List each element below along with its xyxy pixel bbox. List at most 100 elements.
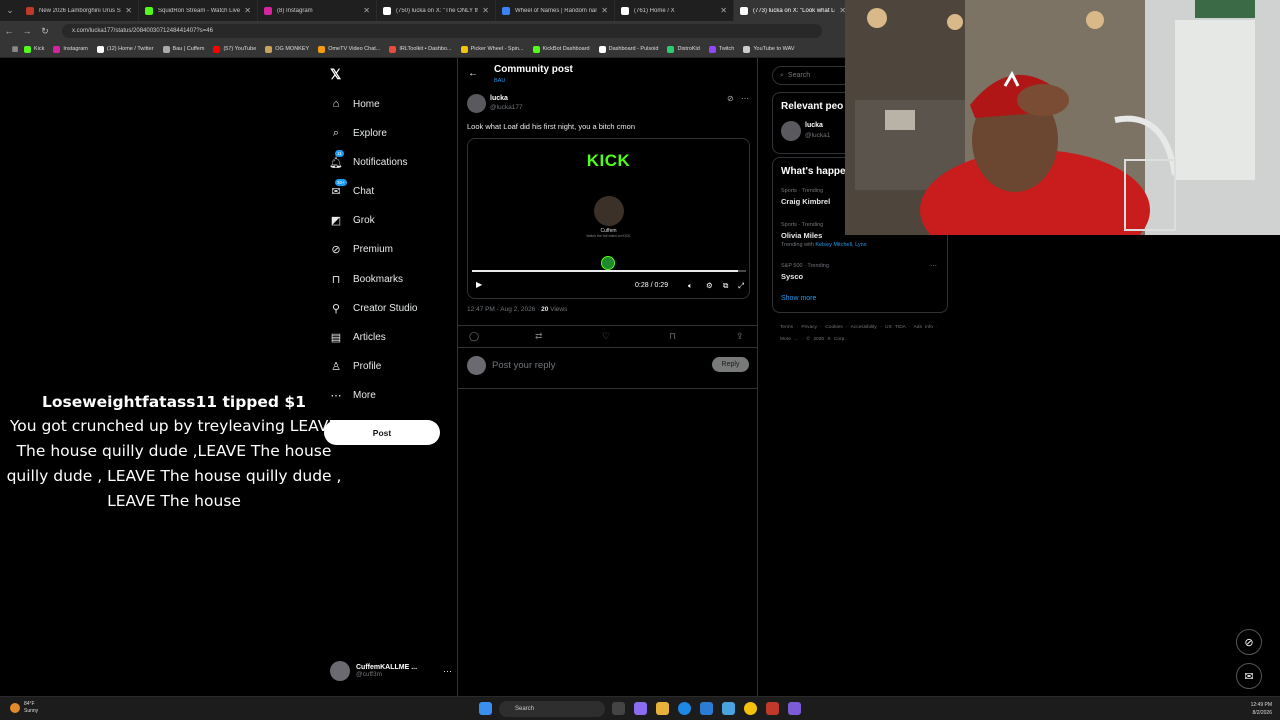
person-name[interactable]: lucka — [805, 122, 823, 129]
close-icon[interactable]: ✕ — [482, 6, 489, 15]
system-clock[interactable]: 12:49 PM 8/2/2026 — [1236, 701, 1272, 717]
edge-icon[interactable] — [678, 702, 691, 715]
video-player[interactable]: KICK Cuffem Watch the full video on KICK… — [467, 138, 750, 299]
card-title: What's happe — [781, 166, 846, 177]
scrub-handle-icon[interactable] — [600, 256, 615, 270]
bookmark-favicon-icon — [162, 45, 170, 53]
sidebar-item-chat[interactable]: ✉ 20+ Chat — [330, 179, 374, 200]
browser-tab[interactable]: New 2026 Lamborghini Urus S ✕ — [20, 0, 139, 21]
avatar — [330, 661, 350, 681]
fullscreen-icon[interactable]: ⤢ — [738, 281, 744, 291]
sidebar-item-notifications[interactable]: 🔔︎ 11 Notifications — [329, 150, 407, 171]
browser-tab[interactable]: SquidRon Stream - Watch Live ✕ — [139, 0, 258, 21]
back-arrow-icon[interactable]: ← — [468, 68, 478, 79]
repost-icon[interactable]: ⇄ — [535, 331, 543, 342]
trend-name: Sysco — [781, 272, 804, 281]
bookmark-item[interactable]: Picker Wheel - Spin... — [460, 45, 524, 53]
tab-title: Wheel of Names | Random nam — [515, 7, 598, 14]
close-icon[interactable]: ✕ — [125, 6, 132, 15]
sidebar-item-articles[interactable]: ▤ Articles — [330, 328, 386, 346]
bookmark-item[interactable]: OG MONKEY — [265, 45, 309, 53]
bookmark-item[interactable]: IRLToolkit • Dashbo... — [389, 45, 452, 53]
bookmark-item[interactable]: Instagram — [53, 45, 88, 53]
taskbar-search[interactable]: Search — [499, 701, 605, 717]
browser-tab[interactable]: (750) lucka on X: "The ONLY th ✕ — [377, 0, 496, 21]
browser-tab[interactable]: Wheel of Names | Random nam ✕ — [496, 0, 615, 21]
close-icon[interactable]: ✕ — [720, 6, 727, 15]
creator-studio-icon: ⚲ — [331, 302, 341, 315]
settings-icon[interactable]: ⚙ — [706, 281, 713, 290]
forward-arrow-icon[interactable]: → — [18, 26, 36, 36]
store-icon[interactable] — [700, 702, 713, 715]
browser-tab[interactable]: (773) lucka on X: "Look what Lo ✕ — [734, 0, 853, 21]
browser-tab[interactable]: (761) Home / X ✕ — [615, 0, 734, 21]
bookmark-item[interactable]: YouTube to WAV — [743, 45, 795, 53]
share-icon[interactable]: ⇪ — [736, 331, 744, 342]
sidebar-item-explore[interactable]: ⌕ Explore — [330, 124, 387, 142]
bookmark-label: (57) YouTube — [223, 46, 257, 52]
footer-links[interactable]: Terms · Privacy · Cookies · Accessibilit… — [780, 322, 948, 346]
sidebar-item-home[interactable]: ⌂ Home — [330, 95, 380, 113]
sidebar-item-grok[interactable]: ◩ Grok — [330, 211, 375, 229]
more-dots-icon[interactable]: ⋯ — [443, 666, 452, 677]
bookmark-item[interactable]: DistroKid — [667, 45, 700, 53]
bookmark-item[interactable]: OmeTV Video Chat... — [318, 45, 380, 53]
more-dots-icon[interactable]: ⋯ — [930, 262, 937, 270]
more-dots-icon[interactable]: ⋯ — [741, 94, 749, 103]
account-handle: @cuff3m — [356, 671, 382, 678]
sidebar-item-bookmarks[interactable]: ⊓ Bookmarks — [330, 270, 403, 288]
obs-icon[interactable] — [766, 702, 779, 715]
discord-icon[interactable] — [788, 702, 801, 715]
bookmark-icon[interactable]: ⊓ — [669, 331, 676, 342]
bookmark-item[interactable]: Dashboard - Pulsoid — [598, 45, 658, 53]
close-icon[interactable]: ✕ — [363, 6, 370, 15]
community-link[interactable]: BAU — [494, 78, 505, 84]
author-handle[interactable]: @lucka177 — [490, 104, 523, 111]
avatar[interactable] — [781, 121, 801, 141]
bookmark-item[interactable]: Twitch — [708, 45, 734, 53]
sidebar-item-premium[interactable]: ⊘ Premium — [330, 240, 393, 258]
tab-search-icon[interactable]: ⌄ — [0, 0, 20, 21]
close-icon[interactable]: ✕ — [601, 6, 608, 15]
apps-grid-icon[interactable]: ▦ — [6, 45, 24, 53]
file-explorer-icon[interactable] — [656, 702, 669, 715]
chrome-icon[interactable] — [744, 702, 757, 715]
windows-start-icon[interactable] — [479, 702, 492, 715]
bookmark-label: Instagram — [63, 46, 88, 52]
show-more-link[interactable]: Show more — [781, 295, 816, 302]
close-icon[interactable]: ✕ — [244, 6, 251, 15]
avatar[interactable] — [467, 94, 486, 113]
back-arrow-icon[interactable]: ← — [0, 26, 18, 36]
messages-fab-icon[interactable]: ✉ — [1236, 663, 1262, 689]
author-name[interactable]: lucka — [490, 95, 508, 102]
reply-icon[interactable]: ◯ — [469, 331, 479, 342]
webcam-feed — [845, 0, 1280, 235]
bookmark-item[interactable]: Bau | Cuffem — [162, 45, 204, 53]
reload-icon[interactable]: ↻ — [36, 26, 54, 37]
grok-icon[interactable]: ⊘ — [727, 94, 734, 103]
x-logo-icon[interactable]: 𝕏 — [330, 66, 341, 83]
pip-icon[interactable]: ⧉ — [723, 281, 728, 291]
weather-widget[interactable]: 84°F Sunny — [10, 701, 38, 715]
person-handle[interactable]: @lucka1 — [805, 132, 830, 139]
volume-icon[interactable]: 🔈︎ — [688, 281, 693, 291]
post-timestamp[interactable]: 12:47 PM · Aug 2, 2026 · — [467, 306, 541, 313]
sidebar-item-creator-studio[interactable]: ⚲ Creator Studio — [330, 299, 418, 317]
account-switcher[interactable]: CuffemKALLME ... @cuff3m ⋯ — [330, 661, 452, 681]
grok-fab-icon[interactable]: ⊘ — [1236, 629, 1262, 655]
bookmark-item[interactable]: Kick — [24, 45, 44, 53]
video-progress-bar[interactable] — [472, 270, 746, 272]
app-icon[interactable] — [722, 702, 735, 715]
play-icon[interactable]: ▶ — [476, 280, 482, 289]
browser-tab[interactable]: (8) Instagram ✕ — [258, 0, 377, 21]
reply-button[interactable]: Reply — [712, 357, 749, 372]
bookmark-item[interactable]: KickBot Dashboard — [532, 45, 590, 53]
url-field[interactable]: x.com/lucka177/status/208400307124844140… — [62, 24, 822, 38]
like-icon[interactable]: ♡ — [602, 331, 610, 342]
bookmark-item[interactable]: (12) Home / Twitter — [96, 45, 154, 53]
reply-input[interactable]: Post your reply — [492, 360, 555, 371]
bookmark-item[interactable]: (57) YouTube — [213, 45, 257, 53]
copilot-icon[interactable] — [634, 702, 647, 715]
task-view-icon[interactable] — [612, 702, 625, 715]
sidebar-item-profile[interactable]: ♙ Profile — [330, 357, 381, 375]
